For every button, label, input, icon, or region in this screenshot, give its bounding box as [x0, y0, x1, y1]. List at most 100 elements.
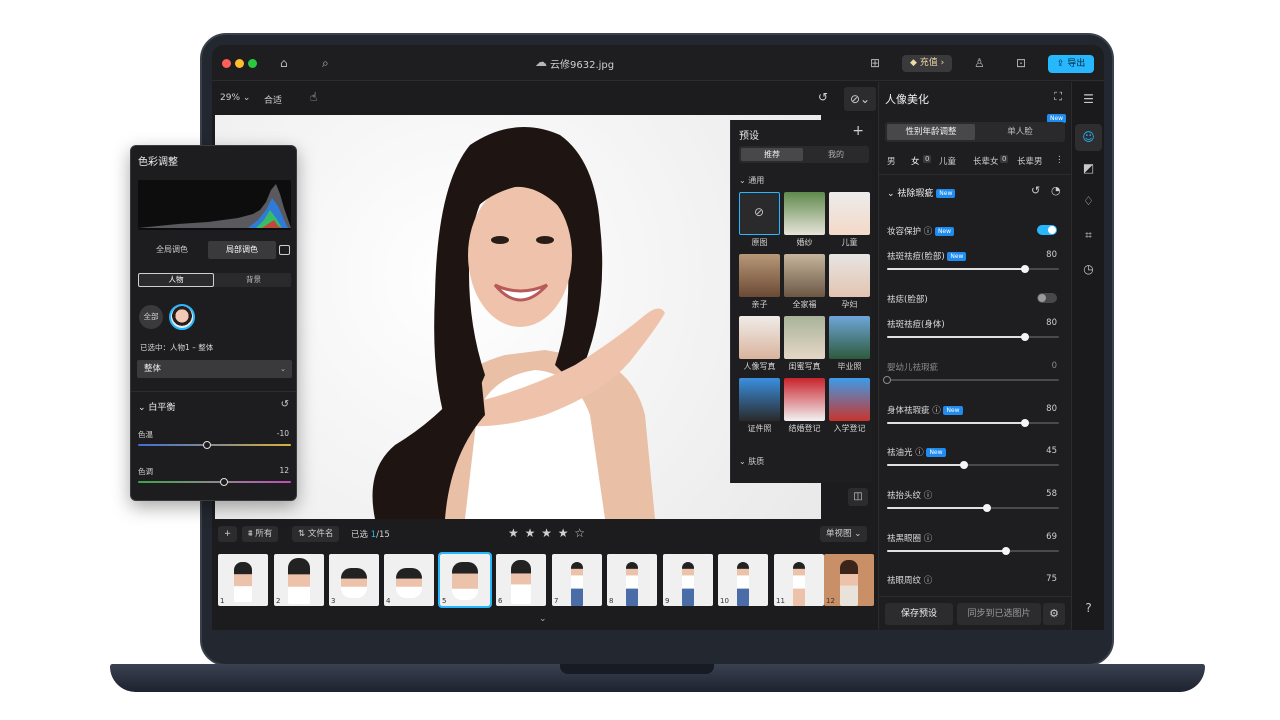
tab-local-color[interactable]: 局部调色 [208, 241, 276, 259]
compare-icon[interactable]: ◔ [1051, 184, 1061, 197]
preset-school-registration[interactable]: 入学登记 [829, 378, 870, 434]
add-preset-icon[interactable]: + [852, 123, 864, 139]
film-thumb[interactable]: 6 [496, 554, 546, 606]
slider-track[interactable] [887, 461, 1059, 469]
home-icon[interactable]: ⌂ [280, 56, 288, 70]
face-beauty-icon[interactable]: ☺ [1075, 124, 1102, 151]
sidebar-toggle-icon[interactable]: ⊡ [1016, 56, 1026, 70]
film-thumb[interactable]: 1 [218, 554, 268, 606]
reset-icon[interactable]: ↺ [1031, 184, 1040, 197]
group-elder-female[interactable]: 长辈女 [973, 155, 999, 167]
filter-button[interactable]: ⩩ 所有 [242, 526, 279, 542]
slider-track[interactable] [883, 376, 1059, 384]
mask-icon[interactable] [279, 245, 290, 255]
group-female[interactable]: 女 [911, 155, 920, 167]
group-elder-male[interactable]: 长辈男 [1017, 155, 1043, 167]
tab-recommended[interactable]: 推荐 [741, 148, 803, 161]
save-preset-button[interactable]: 保存预设 [885, 603, 953, 625]
help-icon[interactable]: ⓘ [924, 491, 933, 501]
tab-single-face[interactable]: 单人脸 [977, 124, 1063, 140]
face-detect-icon[interactable]: ⛶ [1054, 90, 1062, 104]
preset-wedding[interactable]: 婚纱 [784, 192, 825, 248]
person-1-avatar[interactable] [169, 304, 195, 330]
slider-knob[interactable] [883, 376, 891, 384]
all-people-button[interactable]: 全部 [139, 305, 163, 329]
help-icon[interactable]: ⓘ [924, 534, 933, 544]
user-icon[interactable]: ♙ [974, 56, 985, 70]
export-button[interactable]: ⇪ 导出 [1048, 55, 1094, 73]
preset-children[interactable]: 儿童 [829, 192, 870, 248]
slider-knob[interactable] [1020, 265, 1029, 273]
preset-portrait[interactable]: 人像写真 [739, 316, 780, 372]
help-circle-icon[interactable]: ? [1080, 600, 1097, 617]
slider-track[interactable] [887, 333, 1059, 341]
film-thumb[interactable]: 9 [663, 554, 713, 606]
help-icon[interactable]: ⓘ [924, 576, 933, 586]
section-general[interactable]: ⌄ 通用 [739, 175, 764, 186]
group-child[interactable]: 儿童 [939, 155, 956, 167]
section-blemish[interactable]: ⌄ 祛除瑕疵 New [887, 186, 956, 199]
tab-gender-age[interactable]: 性别年龄调整 [887, 124, 975, 140]
film-thumb[interactable]: 11 [774, 554, 824, 606]
film-thumb-selected[interactable]: 5 [438, 552, 492, 608]
film-thumb[interactable]: 7 [552, 554, 602, 606]
search-icon[interactable]: ⌕ [322, 56, 329, 71]
reset-icon[interactable]: ↺ [281, 399, 289, 410]
slider-track[interactable] [887, 265, 1059, 273]
slider-knob[interactable] [1020, 419, 1029, 427]
help-icon[interactable]: ⓘ [924, 227, 933, 237]
slider-knob[interactable] [1001, 547, 1010, 555]
minimize-window-button[interactable] [235, 59, 244, 68]
preset-maternity[interactable]: 孕妇 [829, 254, 870, 310]
slider-knob[interactable] [960, 461, 969, 469]
sliders-icon[interactable]: ☰ [1080, 91, 1097, 108]
tab-background[interactable]: 背景 [216, 273, 291, 287]
sort-button[interactable]: ⇅ 文件名 [292, 526, 340, 542]
preset-parent-child[interactable]: 亲子 [739, 254, 780, 310]
slider-knob[interactable] [1020, 333, 1029, 341]
temperature-track[interactable] [138, 441, 291, 449]
undo-icon[interactable]: ↺ [818, 90, 828, 104]
collapse-filmstrip-icon[interactable]: ⌄ [539, 614, 547, 624]
exposure-icon[interactable]: ◩ [1080, 160, 1097, 177]
tab-person[interactable]: 人物 [138, 273, 214, 287]
slider-track[interactable] [887, 419, 1059, 427]
section-white-balance[interactable]: ⌄ 白平衡 [138, 400, 175, 413]
compare-mode-icon[interactable]: ⊘⌄ [844, 87, 876, 111]
film-thumb[interactable]: 4 [384, 554, 434, 606]
tint-knob[interactable] [219, 478, 228, 486]
help-icon[interactable]: ⓘ [915, 448, 924, 458]
preset-graduation[interactable]: 毕业照 [829, 316, 870, 372]
temperature-knob[interactable] [202, 441, 211, 449]
zoom-dropdown[interactable]: 29% ⌄ [220, 93, 250, 103]
close-window-button[interactable] [222, 59, 231, 68]
group-male[interactable]: 男 [887, 155, 896, 167]
face-mole-toggle[interactable] [1037, 293, 1057, 303]
recharge-button[interactable]: ◆ 充值 › [902, 55, 953, 72]
preset-marriage-registration[interactable]: 结婚登记 [784, 378, 825, 434]
more-groups-icon[interactable]: ⋮ [1055, 155, 1064, 165]
preset-bestie[interactable]: 闺蜜写真 [784, 316, 825, 372]
split-view-icon[interactable]: ◫ [848, 488, 868, 506]
preset-id-photo[interactable]: 证件照 [739, 378, 780, 434]
hand-tool-icon[interactable]: ☝ [310, 90, 317, 104]
film-thumb[interactable]: 8 [607, 554, 657, 606]
region-dropdown[interactable]: 整体 ⌄ [137, 360, 292, 378]
zoom-window-button[interactable] [248, 59, 257, 68]
sync-selected-button[interactable]: 同步到已选图片 [957, 603, 1041, 625]
makeup-protect-toggle[interactable] [1037, 225, 1057, 235]
add-photo-button[interactable]: + [218, 526, 238, 542]
film-thumb[interactable]: 10 [718, 554, 768, 606]
clothing-icon[interactable]: ♢ [1080, 193, 1097, 210]
slider-knob[interactable] [982, 504, 991, 512]
section-skin[interactable]: ⌄ 肤质 [739, 456, 764, 467]
slider-track[interactable] [887, 504, 1059, 512]
film-thumb[interactable]: 3 [329, 554, 379, 606]
fit-button[interactable]: 合适 [264, 93, 282, 106]
view-mode-dropdown[interactable]: 单视图 ⌄ [820, 526, 868, 542]
rating-stars[interactable]: ★ ★ ★ ★ ☆ [508, 526, 586, 540]
settings-gear-icon[interactable]: ⚙ [1043, 603, 1065, 625]
tab-global-color[interactable]: 全局调色 [138, 241, 206, 259]
gift-icon[interactable]: ⊞ [870, 56, 880, 70]
film-thumb[interactable]: 2 [274, 554, 324, 606]
